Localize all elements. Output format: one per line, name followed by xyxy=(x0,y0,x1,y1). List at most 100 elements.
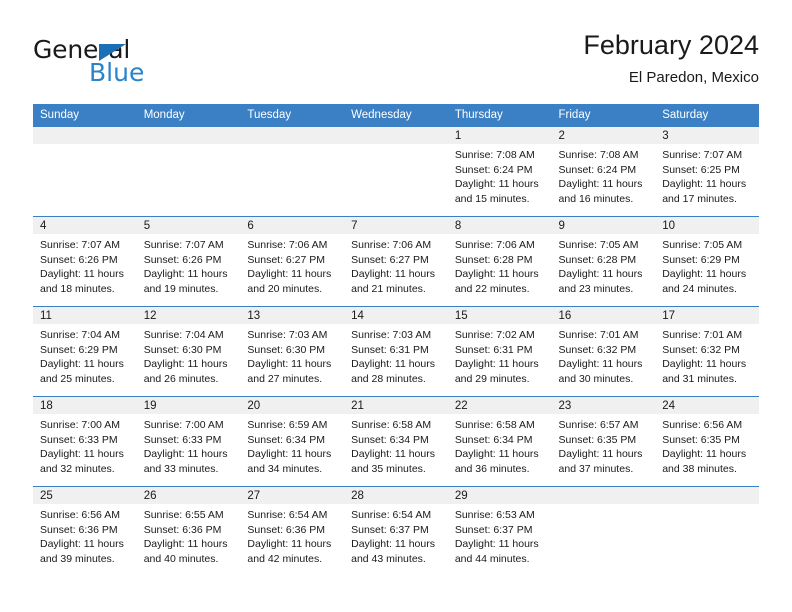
calendar-day-cell[interactable]: 28 Sunrise: 6:54 AM Sunset: 6:37 PM Dayligh… xyxy=(344,486,448,576)
sunset-time: Sunset: 6:31 PM xyxy=(351,343,429,356)
sunrise-time: Sunrise: 7:02 AM xyxy=(454,329,535,341)
calendar-day-cell[interactable]: 16 Sunrise: 7:01 AM Sunset: 6:32 PM Dayligh… xyxy=(551,306,656,397)
daylight-duration-line2: and 39 minutes. xyxy=(40,552,115,565)
daylight-duration-line1: Daylight: 11 hours xyxy=(662,358,747,371)
daylight-duration-line2: and 15 minutes. xyxy=(454,192,530,205)
daylight-duration-line1: Daylight: 11 hours xyxy=(143,358,228,371)
sunset-time: Sunset: 6:30 PM xyxy=(143,343,222,356)
daylight-duration-line2: and 32 minutes. xyxy=(40,462,115,475)
day-number: 3 xyxy=(655,127,759,144)
page-title: February 2024 xyxy=(583,30,759,60)
calendar-day-cell[interactable]: 7 Sunrise: 7:06 AM Sunset: 6:27 PM Daylight… xyxy=(344,216,448,307)
daylight-duration-line1: Daylight: 11 hours xyxy=(662,448,747,461)
weekday-header-monday: Monday xyxy=(136,104,241,127)
day-details: Sunrise: 6:58 AM Sunset: 6:34 PM Daylight:… xyxy=(344,414,448,476)
daylight-duration-line2: and 20 minutes. xyxy=(247,282,323,295)
day-details: Sunrise: 7:08 AM Sunset: 6:24 PM Daylight:… xyxy=(448,144,552,206)
weekday-header-tuesday: Tuesday xyxy=(240,104,345,127)
daylight-duration-line2: and 38 minutes. xyxy=(662,462,737,475)
sunset-time: Sunset: 6:33 PM xyxy=(143,433,222,446)
day-number: 26 xyxy=(136,487,241,504)
day-details: Sunrise: 6:59 AM Sunset: 6:34 PM Daylight:… xyxy=(240,414,344,476)
calendar-day-cell[interactable]: 27 Sunrise: 6:54 AM Sunset: 6:36 PM Dayligh… xyxy=(240,486,345,576)
daylight-duration-line1: Daylight: 11 hours xyxy=(143,538,228,551)
calendar-day-cell[interactable]: 12 Sunrise: 7:04 AM Sunset: 6:30 PM Dayligh… xyxy=(136,306,241,397)
sunset-time: Sunset: 6:34 PM xyxy=(247,433,326,446)
sunset-time: Sunset: 6:26 PM xyxy=(40,253,118,266)
sunrise-time: Sunrise: 7:06 AM xyxy=(454,239,535,251)
day-number xyxy=(551,487,656,504)
sunrise-time: Sunrise: 6:56 AM xyxy=(40,509,120,521)
daylight-duration-line2: and 28 minutes. xyxy=(351,372,426,385)
calendar-day-cell[interactable]: 25 Sunrise: 6:56 AM Sunset: 6:36 PM Dayligh… xyxy=(33,486,137,576)
sunrise-time: Sunrise: 7:01 AM xyxy=(558,329,639,341)
calendar-day-cell[interactable]: 26 Sunrise: 6:55 AM Sunset: 6:36 PM Dayligh… xyxy=(136,486,241,576)
calendar-week-row: 11 Sunrise: 7:04 AM Sunset: 6:29 PM Dayligh… xyxy=(33,306,759,397)
daylight-duration-line1: Daylight: 11 hours xyxy=(558,358,643,371)
day-number xyxy=(655,487,759,504)
sunrise-time: Sunrise: 7:08 AM xyxy=(454,149,535,161)
calendar-day-cell[interactable]: 29 Sunrise: 6:53 AM Sunset: 6:37 PM Dayligh… xyxy=(447,486,552,576)
day-details: Sunrise: 7:01 AM Sunset: 6:32 PM Daylight:… xyxy=(552,324,656,386)
sunrise-time: Sunrise: 7:04 AM xyxy=(40,329,120,341)
day-number: 29 xyxy=(447,487,552,504)
daylight-duration-line1: Daylight: 11 hours xyxy=(40,358,124,371)
daylight-duration-line1: Daylight: 11 hours xyxy=(454,268,539,281)
sunrise-time: Sunrise: 6:53 AM xyxy=(454,509,535,521)
general-blue-logo[interactable]: General Blue xyxy=(33,36,213,92)
calendar-day-cell[interactable]: 11 Sunrise: 7:04 AM Sunset: 6:29 PM Dayligh… xyxy=(33,306,137,397)
day-number xyxy=(240,127,345,144)
day-details: Sunrise: 7:03 AM Sunset: 6:30 PM Daylight:… xyxy=(240,324,344,386)
calendar-day-cell[interactable]: 13 Sunrise: 7:03 AM Sunset: 6:30 PM Dayligh… xyxy=(240,306,345,397)
calendar-day-cell[interactable]: 20 Sunrise: 6:59 AM Sunset: 6:34 PM Dayligh… xyxy=(240,396,345,487)
daylight-duration-line1: Daylight: 11 hours xyxy=(454,538,539,551)
calendar-day-cell[interactable]: 6 Sunrise: 7:06 AM Sunset: 6:27 PM Daylight… xyxy=(240,216,345,307)
day-details: Sunrise: 7:05 AM Sunset: 6:28 PM Daylight:… xyxy=(552,234,656,296)
sunrise-time: Sunrise: 6:54 AM xyxy=(351,509,432,521)
day-number: 18 xyxy=(33,397,137,414)
daylight-duration-line1: Daylight: 11 hours xyxy=(454,358,539,371)
sunrise-time: Sunrise: 7:05 AM xyxy=(558,239,639,251)
calendar-day-cell[interactable]: 24 Sunrise: 6:56 AM Sunset: 6:35 PM Dayligh… xyxy=(655,396,759,487)
calendar-day-cell[interactable]: 22 Sunrise: 6:58 AM Sunset: 6:34 PM Dayligh… xyxy=(447,396,552,487)
sunset-time: Sunset: 6:33 PM xyxy=(40,433,118,446)
daylight-duration-line2: and 25 minutes. xyxy=(40,372,115,385)
day-number: 17 xyxy=(655,307,759,324)
day-details: Sunrise: 6:54 AM Sunset: 6:37 PM Daylight:… xyxy=(344,504,448,566)
calendar-day-cell[interactable]: 2 Sunrise: 7:08 AM Sunset: 6:24 PM Daylight… xyxy=(551,126,656,217)
calendar-day-cell[interactable]: 18 Sunrise: 7:00 AM Sunset: 6:33 PM Dayligh… xyxy=(33,396,137,487)
calendar-day-cell[interactable]: 5 Sunrise: 7:07 AM Sunset: 6:26 PM Daylight… xyxy=(136,216,241,307)
sunrise-time: Sunrise: 7:04 AM xyxy=(143,329,224,341)
calendar-day-cell[interactable]: 3 Sunrise: 7:07 AM Sunset: 6:25 PM Daylight… xyxy=(655,126,759,217)
daylight-duration-line2: and 24 minutes. xyxy=(662,282,737,295)
day-number: 5 xyxy=(136,217,241,234)
sunrise-time: Sunrise: 7:07 AM xyxy=(143,239,224,251)
day-number: 4 xyxy=(33,217,137,234)
day-details xyxy=(240,144,344,148)
calendar-day-cell[interactable]: 14 Sunrise: 7:03 AM Sunset: 6:31 PM Dayligh… xyxy=(344,306,448,397)
calendar-day-cell[interactable]: 4 Sunrise: 7:07 AM Sunset: 6:26 PM Daylight… xyxy=(33,216,137,307)
daylight-duration-line2: and 43 minutes. xyxy=(351,552,426,565)
daylight-duration-line2: and 40 minutes. xyxy=(143,552,219,565)
sunrise-time: Sunrise: 7:00 AM xyxy=(143,419,224,431)
daylight-duration-line2: and 26 minutes. xyxy=(143,372,219,385)
calendar-day-cell-empty xyxy=(33,126,137,217)
sunset-time: Sunset: 6:29 PM xyxy=(40,343,118,356)
sunrise-time: Sunrise: 7:06 AM xyxy=(247,239,328,251)
calendar-day-cell[interactable]: 17 Sunrise: 7:01 AM Sunset: 6:32 PM Dayligh… xyxy=(655,306,759,397)
sunset-time: Sunset: 6:31 PM xyxy=(454,343,533,356)
day-number: 28 xyxy=(344,487,448,504)
calendar-day-cell[interactable]: 15 Sunrise: 7:02 AM Sunset: 6:31 PM Dayligh… xyxy=(447,306,552,397)
calendar-day-cell[interactable]: 9 Sunrise: 7:05 AM Sunset: 6:28 PM Daylight… xyxy=(551,216,656,307)
calendar-day-cell[interactable]: 19 Sunrise: 7:00 AM Sunset: 6:33 PM Dayligh… xyxy=(136,396,241,487)
calendar-week-row: 1 Sunrise: 7:08 AM Sunset: 6:24 PM Daylight… xyxy=(33,126,759,217)
calendar-day-cell[interactable]: 21 Sunrise: 6:58 AM Sunset: 6:34 PM Dayligh… xyxy=(344,396,448,487)
calendar-day-cell[interactable]: 8 Sunrise: 7:06 AM Sunset: 6:28 PM Daylight… xyxy=(447,216,552,307)
daylight-duration-line1: Daylight: 11 hours xyxy=(351,538,435,551)
sunset-time: Sunset: 6:34 PM xyxy=(454,433,533,446)
calendar-day-cell[interactable]: 1 Sunrise: 7:08 AM Sunset: 6:24 PM Daylight… xyxy=(447,126,552,217)
calendar-day-cell[interactable]: 10 Sunrise: 7:05 AM Sunset: 6:29 PM Dayligh… xyxy=(655,216,759,307)
sunset-time: Sunset: 6:25 PM xyxy=(662,163,740,176)
day-number: 14 xyxy=(344,307,448,324)
calendar-day-cell[interactable]: 23 Sunrise: 6:57 AM Sunset: 6:35 PM Dayligh… xyxy=(551,396,656,487)
